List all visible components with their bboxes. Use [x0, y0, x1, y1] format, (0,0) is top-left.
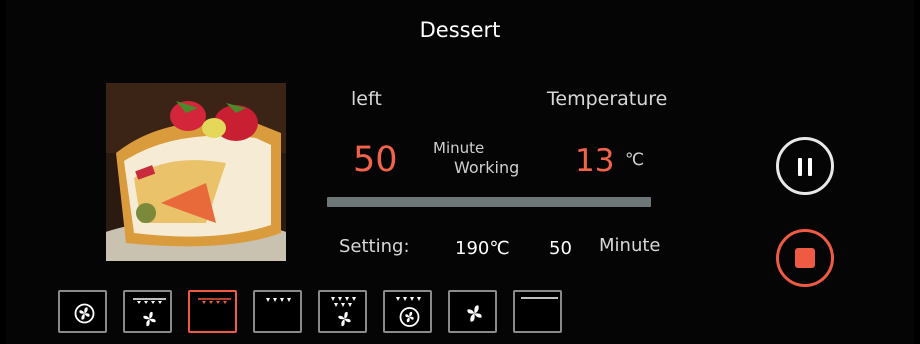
mode-button-bottom-heat[interactable] — [513, 290, 562, 333]
set-time: 50 — [549, 238, 572, 259]
cooking-progress-bar — [327, 197, 651, 207]
set-time-unit: Minute — [599, 235, 661, 256]
recipe-title: Dessert — [419, 18, 501, 42]
top-heat-circle-fan-icon — [396, 297, 421, 327]
current-temperature-value: 13 — [575, 143, 615, 179]
fan-icon — [74, 303, 95, 324]
mode-button-top-heat-small[interactable] — [253, 290, 302, 333]
time-left-label: left — [351, 88, 382, 110]
mode-button-fan[interactable] — [58, 290, 107, 333]
top-heat-fan-icon — [133, 298, 166, 327]
mode-button-top-heat[interactable] — [188, 290, 237, 333]
mode-button-top-heat-circle-fan[interactable] — [383, 290, 432, 333]
fan-only-icon — [467, 305, 482, 322]
set-temperature: 190℃ — [455, 238, 510, 259]
mode-button-top-heat-fan[interactable] — [123, 290, 172, 333]
recipe-photo — [106, 83, 286, 261]
top-heat-fan-icon — [331, 297, 356, 327]
stop-button[interactable] — [776, 229, 834, 287]
oven-screen: Dessert left Temperature 50 Minute Worki… — [6, 0, 914, 344]
top-heat-icon — [198, 298, 231, 304]
bottom-heat-icon — [521, 297, 558, 299]
cooking-state: Working — [454, 158, 520, 177]
stop-icon — [795, 248, 815, 268]
mode-button-double-top-heat-fan[interactable] — [318, 290, 367, 333]
top-heat-small-icon — [266, 298, 291, 302]
temperature-unit: ℃ — [625, 150, 645, 170]
setting-label: Setting: — [339, 236, 410, 257]
remaining-time-value: 50 — [353, 140, 398, 180]
remaining-time-unit: Minute — [433, 139, 485, 157]
mode-button-fan-only[interactable] — [448, 290, 497, 333]
pause-button[interactable] — [776, 137, 834, 195]
temperature-label: Temperature — [547, 88, 668, 110]
